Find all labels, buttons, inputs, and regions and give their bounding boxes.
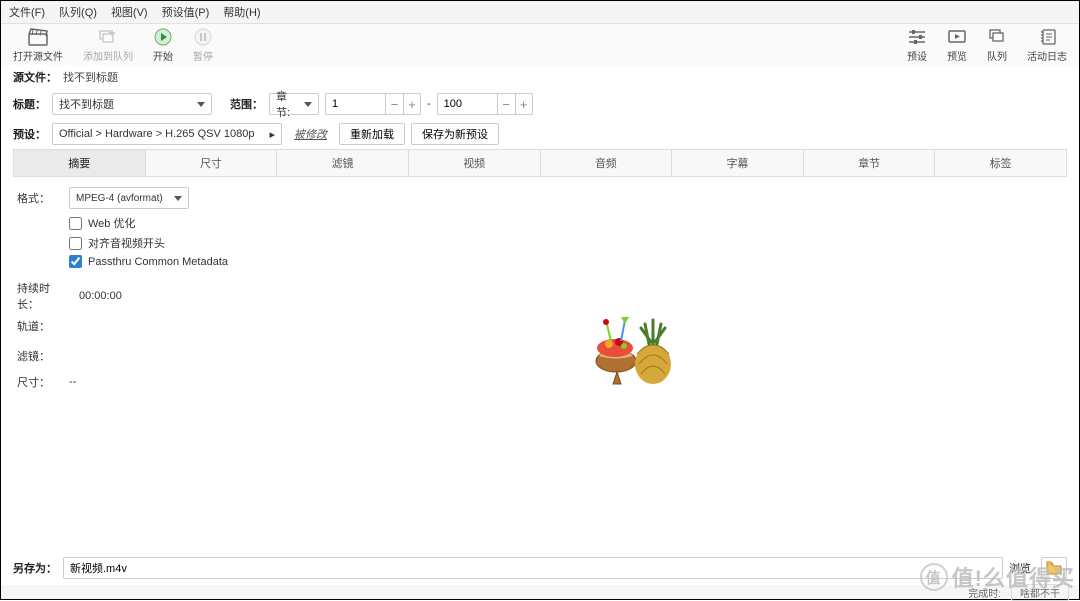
tab-dimensions[interactable]: 尺寸 [146,150,278,176]
open-source-button[interactable]: 打开源文件 [9,28,67,63]
summary-panel: 格式： MPEG-4 (avformat) Web 优化 对齐音视频开头 Pas… [1,177,1079,406]
menu-view[interactable]: 视图(V) [111,4,148,20]
pause-button[interactable]: 暂停 [189,28,217,63]
web-optimize-checkbox[interactable] [69,217,82,230]
toolbar: 打开源文件 添加到队列 开始 暂停 预设 预览 队列 [1,24,1079,65]
tab-summary[interactable]: 摘要 [14,150,146,176]
preset-row: 预设： Official > Hardware > H.265 QSV 1080… [1,119,1079,149]
size-label: 尺寸： [17,374,57,390]
sliders-icon [907,28,927,46]
queue-button[interactable]: 队列 [983,28,1011,63]
range-from-input[interactable] [325,93,385,115]
log-icon [1037,28,1057,46]
tab-bar: 摘要 尺寸 滤镜 视频 音频 字幕 章节 标签 [13,149,1067,177]
align-av-checkbox[interactable] [69,237,82,250]
preset-dropdown[interactable]: Official > Hardware > H.265 QSV 1080p ▸ [52,123,282,145]
play-small-icon: ▸ [269,128,275,141]
folder-icon [1046,561,1062,575]
title-label: 标题： [13,96,46,112]
range-mode-dropdown[interactable]: 章节: [269,93,319,115]
preview-icon [947,28,967,46]
status-bar: 完成时: 啥都不干 [1,585,1079,599]
caret-icon [197,102,205,107]
passthru-metadata-checkbox[interactable] [69,255,82,268]
add-queue-button[interactable]: 添加到队列 [79,28,137,63]
duration-value: 00:00:00 [79,290,122,302]
caret-icon [304,102,312,107]
pause-icon [193,28,213,46]
filters-label: 滤镜： [17,348,57,364]
caret-icon [174,196,182,201]
range-from-spinner[interactable]: − + [325,93,421,115]
tracks-label: 轨道： [17,318,57,334]
spin-plus-icon[interactable]: + [403,93,421,115]
format-label: 格式： [17,190,57,206]
size-value: -- [69,376,76,388]
source-row: 源文件： 找不到标题 [1,65,1079,89]
menu-presets[interactable]: 预设值(P) [162,4,210,20]
source-label: 源文件： [13,69,57,85]
preview-button[interactable]: 预览 [943,28,971,63]
save-preset-button[interactable]: 保存为新预设 [411,123,499,145]
range-to-input[interactable] [437,93,497,115]
queue-icon [987,28,1007,46]
menu-file[interactable]: 文件(F) [9,4,45,20]
activity-button[interactable]: 活动日志 [1023,28,1071,63]
menu-help[interactable]: 帮助(H) [223,4,260,20]
start-button[interactable]: 开始 [149,28,177,63]
app-logo [591,306,681,386]
format-dropdown[interactable]: MPEG-4 (avformat) [69,187,189,209]
reload-preset-button[interactable]: 重新加载 [339,123,405,145]
preset-modified-link[interactable]: 被修改 [288,126,333,142]
saveas-label: 另存为： [13,560,57,576]
source-value: 找不到标题 [63,69,118,85]
menu-bar: 文件(F) 队列(Q) 视图(V) 预设值(P) 帮助(H) [1,1,1079,24]
add-queue-icon [98,28,118,46]
tab-tags[interactable]: 标签 [935,150,1066,176]
range-to-spinner[interactable]: − + [437,93,533,115]
browse-button[interactable] [1041,557,1067,579]
menu-queue[interactable]: 队列(Q) [59,4,97,20]
presets-button[interactable]: 预设 [903,28,931,63]
duration-label: 持续时长： [17,280,67,312]
spin-minus-icon[interactable]: − [385,93,403,115]
tab-audio[interactable]: 音频 [541,150,673,176]
tab-chapters[interactable]: 章节 [804,150,936,176]
play-icon [153,28,173,46]
tab-subtitles[interactable]: 字幕 [672,150,804,176]
range-label: 范围： [230,96,263,112]
tab-filters[interactable]: 滤镜 [277,150,409,176]
spin-plus-icon[interactable]: + [515,93,533,115]
preset-label: 预设： [13,126,46,142]
saveas-row: 另存为： 浏览 [1,551,1079,585]
done-action-dropdown[interactable]: 啥都不干 [1011,584,1069,601]
tab-video[interactable]: 视频 [409,150,541,176]
clapperboard-icon [28,28,48,46]
title-row: 标题： 找不到标题 范围： 章节: − + - − + [1,89,1079,119]
spin-minus-icon[interactable]: − [497,93,515,115]
title-dropdown[interactable]: 找不到标题 [52,93,212,115]
browse-label: 浏览 [1009,560,1035,576]
saveas-input[interactable] [63,557,1003,579]
